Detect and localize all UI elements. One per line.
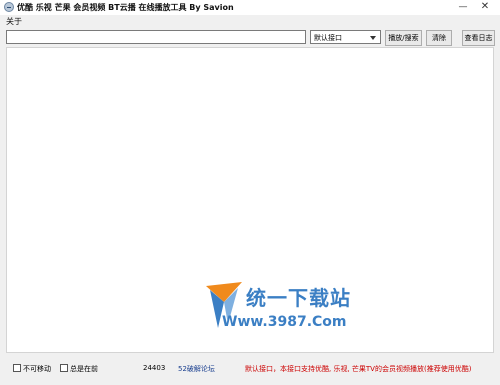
watermark-brand: 统一下载站 (246, 286, 351, 310)
chevron-down-icon (370, 36, 376, 40)
play-search-button[interactable]: 播放/搜索 (385, 30, 422, 46)
close-button[interactable]: ✕ (476, 1, 494, 13)
watermark-url: Www.3987.Com (222, 314, 347, 330)
interface-select[interactable]: 默认接口 (310, 30, 381, 44)
minimize-button[interactable]: — (454, 1, 472, 13)
always-on-top-label: 总是在前 (70, 365, 98, 373)
not-movable-checkbox[interactable] (13, 364, 21, 372)
url-input[interactable] (6, 30, 306, 44)
clear-button[interactable]: 清除 (426, 30, 452, 46)
window-title: 优酷 乐视 芒果 会员视频 BT云播 在线播放工具 By Savion (17, 3, 234, 12)
app-icon (4, 2, 14, 12)
interface-select-value: 默认接口 (314, 34, 342, 42)
speed-readout: 24403 (143, 364, 166, 372)
menu-item-about[interactable]: 关于 (6, 16, 22, 27)
view-log-button[interactable]: 查看日志 (462, 30, 495, 46)
forum-link[interactable]: 52破解论坛 (178, 364, 215, 374)
watermark: 统一下载站 Www.3987.Com (204, 276, 354, 336)
status-bar: 不可移动 总是在前 24403 52破解论坛 默认接口，本接口支持优酷, 乐视,… (0, 361, 500, 375)
title-bar: 优酷 乐视 芒果 会员视频 BT云播 在线播放工具 By Savion — ✕ (0, 0, 500, 16)
interface-notice: 默认接口，本接口支持优酷, 乐视, 芒果TV的会员视频播放(推荐使用优酷) (245, 365, 472, 373)
not-movable-label: 不可移动 (23, 365, 51, 373)
always-on-top-checkbox[interactable] (60, 364, 68, 372)
menu-bar: 关于 (0, 15, 500, 26)
